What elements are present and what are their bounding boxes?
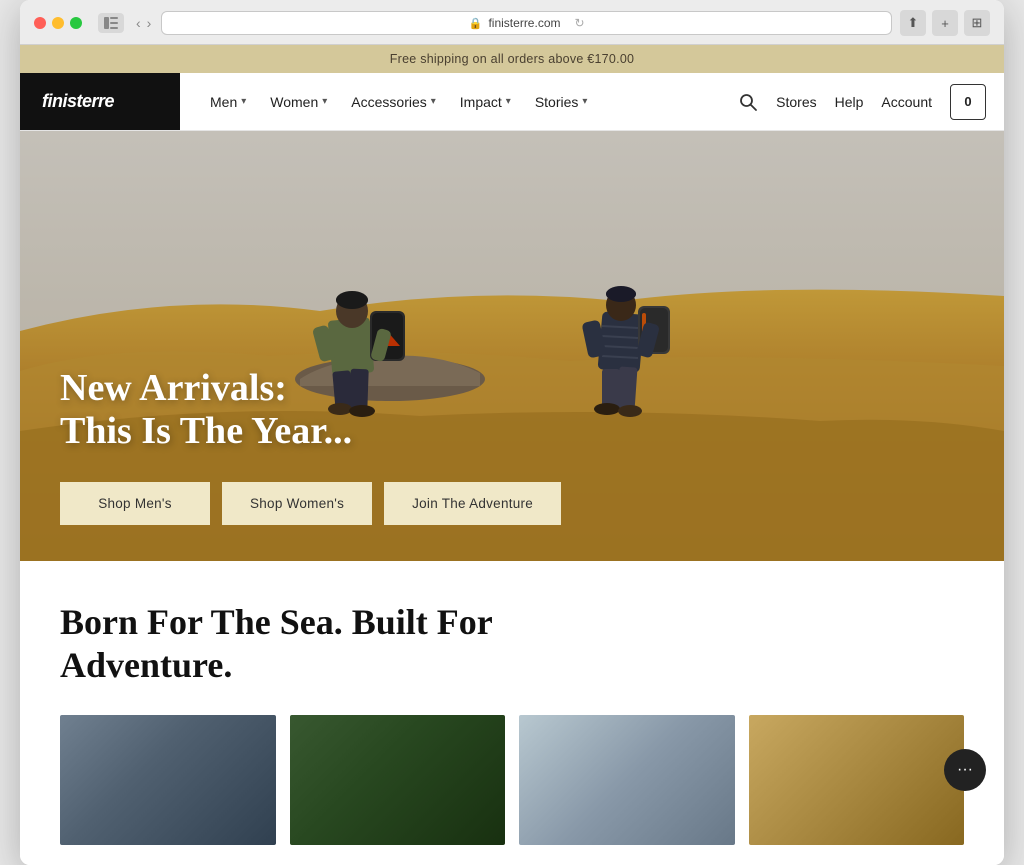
- search-button[interactable]: [738, 92, 758, 112]
- nav-links: Men ▾ Women ▾ Accessories ▾ Impact ▾ Sto…: [180, 88, 738, 116]
- forward-arrow[interactable]: ›: [145, 15, 154, 31]
- chevron-down-icon: ▾: [322, 96, 327, 107]
- browser-toolbar-right: ⬆ + ⊞: [900, 10, 990, 36]
- browser-titlebar: ‹ › 🔒 finisterre.com ↻ ⬆ + ⊞: [34, 10, 990, 36]
- nav-item-stories[interactable]: Stories ▾: [525, 88, 598, 116]
- sidebar-toggle-button[interactable]: [98, 13, 124, 33]
- nav-right: Stores Help Account 0: [738, 84, 1004, 120]
- below-hero-headline: Born For The Sea. Built For Adventure.: [60, 601, 964, 687]
- security-icon: 🔒: [469, 17, 483, 30]
- url-display: finisterre.com: [488, 16, 560, 30]
- site-nav: finisterre Men ▾ Women ▾ Accessories ▾ I…: [20, 73, 1004, 131]
- back-arrow[interactable]: ‹: [134, 15, 143, 31]
- browser-chrome: ‹ › 🔒 finisterre.com ↻ ⬆ + ⊞: [20, 0, 1004, 45]
- new-tab-button[interactable]: +: [932, 10, 958, 36]
- grid-button[interactable]: ⊞: [964, 10, 990, 36]
- thumbnail-3[interactable]: [519, 715, 735, 845]
- thumbnail-2[interactable]: [290, 715, 506, 845]
- thumbnail-1[interactable]: [60, 715, 276, 845]
- traffic-lights: [34, 17, 82, 29]
- nav-item-accessories[interactable]: Accessories ▾: [341, 88, 446, 116]
- help-link[interactable]: Help: [835, 94, 864, 110]
- shop-mens-button[interactable]: Shop Men's: [60, 482, 210, 525]
- shop-womens-button[interactable]: Shop Women's: [222, 482, 372, 525]
- announcement-text: Free shipping on all orders above €170.0…: [390, 52, 634, 66]
- nav-item-women[interactable]: Women ▾: [260, 88, 337, 116]
- chevron-down-icon: ▾: [506, 96, 511, 107]
- hero-buttons: Shop Men's Shop Women's Join The Adventu…: [60, 482, 1004, 525]
- thumbnails-row: [60, 715, 964, 845]
- nav-item-men[interactable]: Men ▾: [200, 88, 256, 116]
- close-button[interactable]: [34, 17, 46, 29]
- browser-window: ‹ › 🔒 finisterre.com ↻ ⬆ + ⊞ F: [20, 0, 1004, 865]
- reload-icon[interactable]: ↻: [575, 16, 585, 30]
- stores-link[interactable]: Stores: [776, 94, 816, 110]
- share-button[interactable]: ⬆: [900, 10, 926, 36]
- chat-icon: ···: [957, 761, 973, 779]
- nav-arrows: ‹ ›: [134, 15, 153, 31]
- hero-section: New Arrivals: This Is The Year... Shop M…: [20, 131, 1004, 561]
- browser-controls: ‹ ›: [98, 13, 153, 33]
- chat-bubble-button[interactable]: ···: [944, 749, 986, 791]
- join-adventure-button[interactable]: Join The Adventure: [384, 482, 561, 525]
- address-bar[interactable]: 🔒 finisterre.com ↻: [161, 11, 892, 35]
- chevron-down-icon: ▾: [431, 96, 436, 107]
- account-link[interactable]: Account: [881, 94, 932, 110]
- chevron-down-icon: ▾: [582, 96, 587, 107]
- chevron-down-icon: ▾: [241, 96, 246, 107]
- announcement-bar: Free shipping on all orders above €170.0…: [20, 45, 1004, 73]
- thumbnail-4[interactable]: [749, 715, 965, 845]
- hero-headline: New Arrivals: This Is The Year...: [60, 367, 1004, 454]
- site-wrapper: Free shipping on all orders above €170.0…: [20, 45, 1004, 865]
- nav-item-impact[interactable]: Impact ▾: [450, 88, 521, 116]
- hero-content: New Arrivals: This Is The Year... Shop M…: [20, 367, 1004, 561]
- cart-button[interactable]: 0: [950, 84, 986, 120]
- below-hero-section: Born For The Sea. Built For Adventure.: [20, 561, 1004, 865]
- site-logo[interactable]: finisterre: [20, 73, 180, 130]
- minimize-button[interactable]: [52, 17, 64, 29]
- maximize-button[interactable]: [70, 17, 82, 29]
